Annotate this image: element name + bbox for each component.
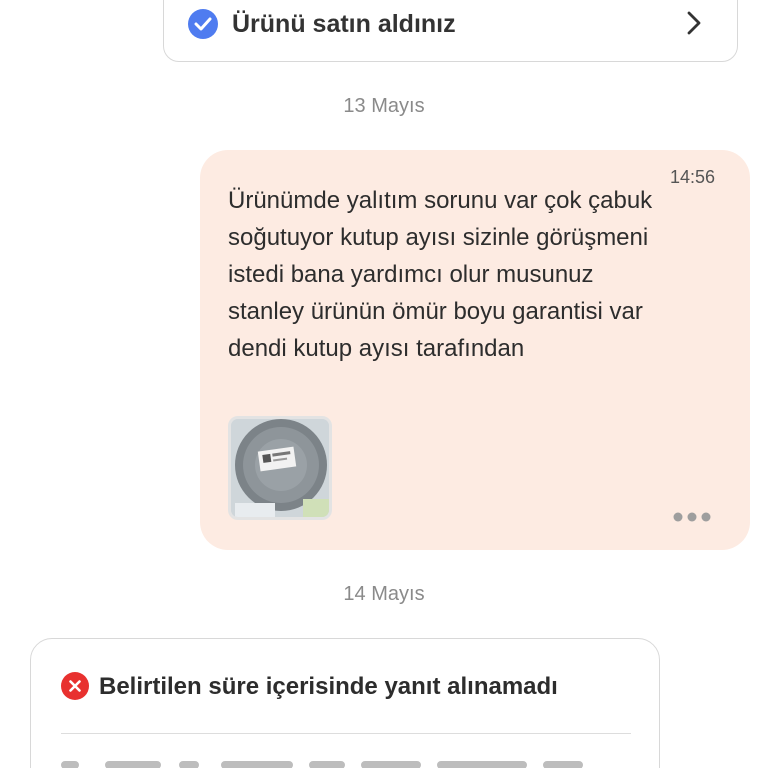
divider xyxy=(61,733,631,734)
no-response-card: Belirtilen süre içerisinde yanıt alınama… xyxy=(30,638,660,768)
chevron-right-icon[interactable] xyxy=(682,9,706,37)
more-horizontal-icon[interactable] xyxy=(672,510,712,524)
message-timestamp: 14:56 xyxy=(670,167,716,187)
no-response-title: Belirtilen süre içerisinde yanıt alınama… xyxy=(99,673,558,700)
attachment-thumbnail[interactable] xyxy=(228,416,332,520)
purchase-status-label: Ürünü satın aldınız xyxy=(232,10,456,38)
date-separator: 13 Mayıs xyxy=(343,95,425,117)
chat-screen: Ürünü satın aldınız 13 Mayıs 14:56 Ürünü… xyxy=(0,0,768,768)
error-circle-icon xyxy=(61,672,89,700)
message-text: Ürünümde yalıtım sorunu var çok çabuk so… xyxy=(228,187,653,362)
sent-message-bubble[interactable]: 14:56 Ürünümde yalıtım sorunu var çok ça… xyxy=(200,150,750,550)
purchase-status-card[interactable]: Ürünü satın aldınız xyxy=(163,0,738,62)
cut-off-text-line xyxy=(61,761,621,768)
check-circle-icon xyxy=(188,9,218,39)
date-separator: 14 Mayıs xyxy=(343,583,425,605)
attachment-image xyxy=(231,419,329,517)
